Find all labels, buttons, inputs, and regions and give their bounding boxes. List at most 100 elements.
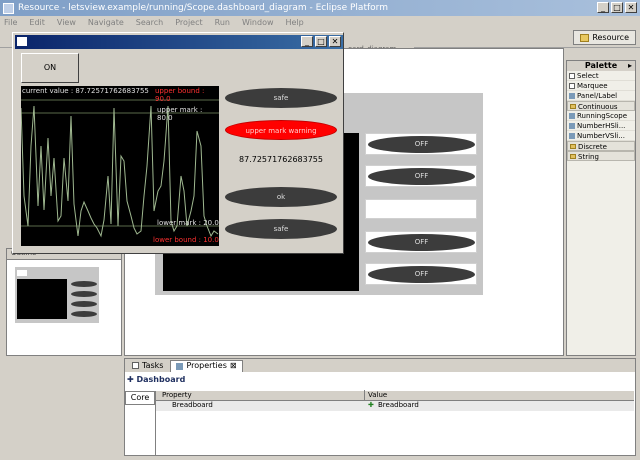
thumb-pill bbox=[71, 291, 97, 297]
menu-edit[interactable]: Edit bbox=[29, 18, 45, 27]
drawer-discrete[interactable]: Discrete bbox=[567, 141, 635, 151]
indicator-safe-bottom: safe bbox=[225, 219, 337, 239]
window-icon bbox=[17, 37, 27, 46]
maximize-button[interactable]: □ bbox=[315, 36, 327, 47]
scope-window-title-bar[interactable]: _ □ ✕ bbox=[15, 35, 343, 49]
tool-number-hslider[interactable]: NumberHSli... bbox=[567, 121, 635, 131]
indicator-safe-top: safe bbox=[225, 88, 337, 108]
dashboard-icon: ✚ bbox=[127, 375, 137, 384]
marquee-icon bbox=[569, 83, 575, 89]
slider-icon bbox=[569, 133, 575, 139]
tasks-icon bbox=[132, 362, 139, 369]
current-value-label: current value : 87.72571762683755 bbox=[22, 87, 149, 95]
tab-label: Tasks bbox=[142, 360, 164, 370]
tab-tasks[interactable]: Tasks bbox=[127, 360, 168, 372]
table-row[interactable]: Breadboard ✚ Breadboard bbox=[156, 401, 634, 411]
tool-label: Panel/Label bbox=[577, 92, 618, 100]
column-property[interactable]: Property bbox=[162, 391, 192, 399]
folder-icon bbox=[570, 104, 576, 109]
tab-core[interactable]: Core bbox=[125, 391, 155, 405]
tool-label: Marquee bbox=[577, 82, 608, 90]
off-indicator-1[interactable]: OFF bbox=[365, 133, 477, 155]
maximize-button[interactable]: □ bbox=[611, 2, 623, 13]
close-icon[interactable]: ⊠ bbox=[230, 360, 237, 372]
off-indicator-3[interactable]: OFF bbox=[365, 231, 477, 253]
palette-title-text: Palette bbox=[584, 61, 618, 70]
scope-window-controls: _ □ ✕ bbox=[301, 36, 341, 47]
value-readout: 87.72571762683755 bbox=[239, 155, 323, 164]
tool-label: NumberHSli... bbox=[577, 122, 626, 130]
perspective-label: Resource bbox=[592, 33, 629, 42]
off-pill: OFF bbox=[368, 234, 475, 251]
lower-mark-label: lower mark : 20.0 bbox=[157, 219, 219, 227]
tool-label: RunningScope bbox=[577, 112, 628, 120]
off-pill: OFF bbox=[368, 168, 475, 185]
empty-slot[interactable] bbox=[365, 199, 477, 219]
menu-bar: File Edit View Navigate Search Project R… bbox=[0, 16, 640, 28]
drawer-continuous[interactable]: Continuous bbox=[567, 101, 635, 111]
lower-bound-label: lower bound : 10.0 bbox=[153, 236, 219, 244]
outline-view: Outline bbox=[6, 248, 122, 356]
perspective-button[interactable]: Resource bbox=[573, 30, 636, 45]
close-button[interactable]: ✕ bbox=[625, 2, 637, 13]
close-button[interactable]: ✕ bbox=[329, 36, 341, 47]
thumb-scope bbox=[17, 279, 67, 319]
arrow-icon bbox=[569, 73, 575, 79]
off-pill: OFF bbox=[368, 136, 475, 153]
off-indicator-4[interactable]: OFF bbox=[365, 263, 477, 285]
drawer-string[interactable]: String bbox=[567, 151, 635, 161]
menu-run[interactable]: Run bbox=[215, 18, 230, 27]
thumb-pill bbox=[71, 301, 97, 307]
properties-tab-strip: Tasks Properties ⊠ bbox=[125, 359, 635, 372]
menu-window[interactable]: Window bbox=[242, 18, 274, 27]
properties-header: ✚ Dashboard bbox=[127, 375, 185, 384]
tab-properties[interactable]: Properties ⊠ bbox=[170, 359, 243, 372]
row-property: Breadboard bbox=[172, 401, 213, 409]
off-indicator-2[interactable]: OFF bbox=[365, 165, 477, 187]
properties-header-text: Dashboard bbox=[136, 375, 186, 384]
tool-marquee[interactable]: Marquee bbox=[567, 81, 635, 91]
drawer-label: Continuous bbox=[578, 103, 618, 111]
menu-file[interactable]: File bbox=[4, 18, 17, 27]
scope-window[interactable]: _ □ ✕ ON current value : 87.725717626837… bbox=[12, 32, 344, 254]
thumb-on bbox=[17, 270, 27, 276]
tool-running-scope[interactable]: RunningScope bbox=[567, 111, 635, 121]
tab-label: Properties bbox=[186, 361, 227, 370]
outline-thumbnail[interactable] bbox=[15, 267, 99, 323]
panel-icon bbox=[569, 93, 575, 99]
running-scope: current value : 87.72571762683755 upper … bbox=[21, 86, 219, 246]
tool-label: NumberVSli... bbox=[577, 132, 625, 140]
on-button[interactable]: ON bbox=[21, 53, 79, 83]
tool-select[interactable]: Select bbox=[567, 71, 635, 81]
menu-project[interactable]: Project bbox=[175, 18, 202, 27]
slider-icon bbox=[569, 123, 575, 129]
drawer-label: Discrete bbox=[578, 143, 607, 151]
row-value: Breadboard bbox=[378, 401, 419, 409]
menu-help[interactable]: Help bbox=[286, 18, 304, 27]
menu-navigate[interactable]: Navigate bbox=[88, 18, 124, 27]
upper-bound-label: upper bound : 90.0 bbox=[155, 87, 205, 103]
menu-search[interactable]: Search bbox=[136, 18, 163, 27]
tool-panel-label[interactable]: Panel/Label bbox=[567, 91, 635, 101]
minimize-button[interactable]: _ bbox=[597, 2, 609, 13]
tool-number-vslider[interactable]: NumberVSli... bbox=[567, 131, 635, 141]
scope-icon bbox=[569, 113, 575, 119]
main-title-bar: Resource - letsview.example/running/Scop… bbox=[0, 0, 640, 16]
minimize-button[interactable]: _ bbox=[301, 36, 313, 47]
folder-icon bbox=[570, 154, 576, 159]
column-divider[interactable] bbox=[364, 390, 365, 401]
thumb-pill bbox=[71, 311, 97, 317]
folder-icon bbox=[570, 144, 576, 149]
properties-view: Tasks Properties ⊠ ✚ Dashboard Core Prope… bbox=[124, 358, 636, 456]
tool-label: Select bbox=[577, 72, 599, 80]
menu-view[interactable]: View bbox=[57, 18, 76, 27]
off-pill: OFF bbox=[368, 266, 475, 283]
palette-title: Palette ▸ bbox=[567, 61, 635, 71]
thumb-pill bbox=[71, 281, 97, 287]
value-trace bbox=[21, 105, 219, 238]
folder-icon bbox=[580, 33, 590, 42]
column-value[interactable]: Value bbox=[368, 391, 387, 399]
eclipse-icon bbox=[3, 2, 14, 14]
properties-icon bbox=[176, 362, 184, 370]
palette-menu-icon[interactable]: ▸ bbox=[628, 61, 632, 71]
